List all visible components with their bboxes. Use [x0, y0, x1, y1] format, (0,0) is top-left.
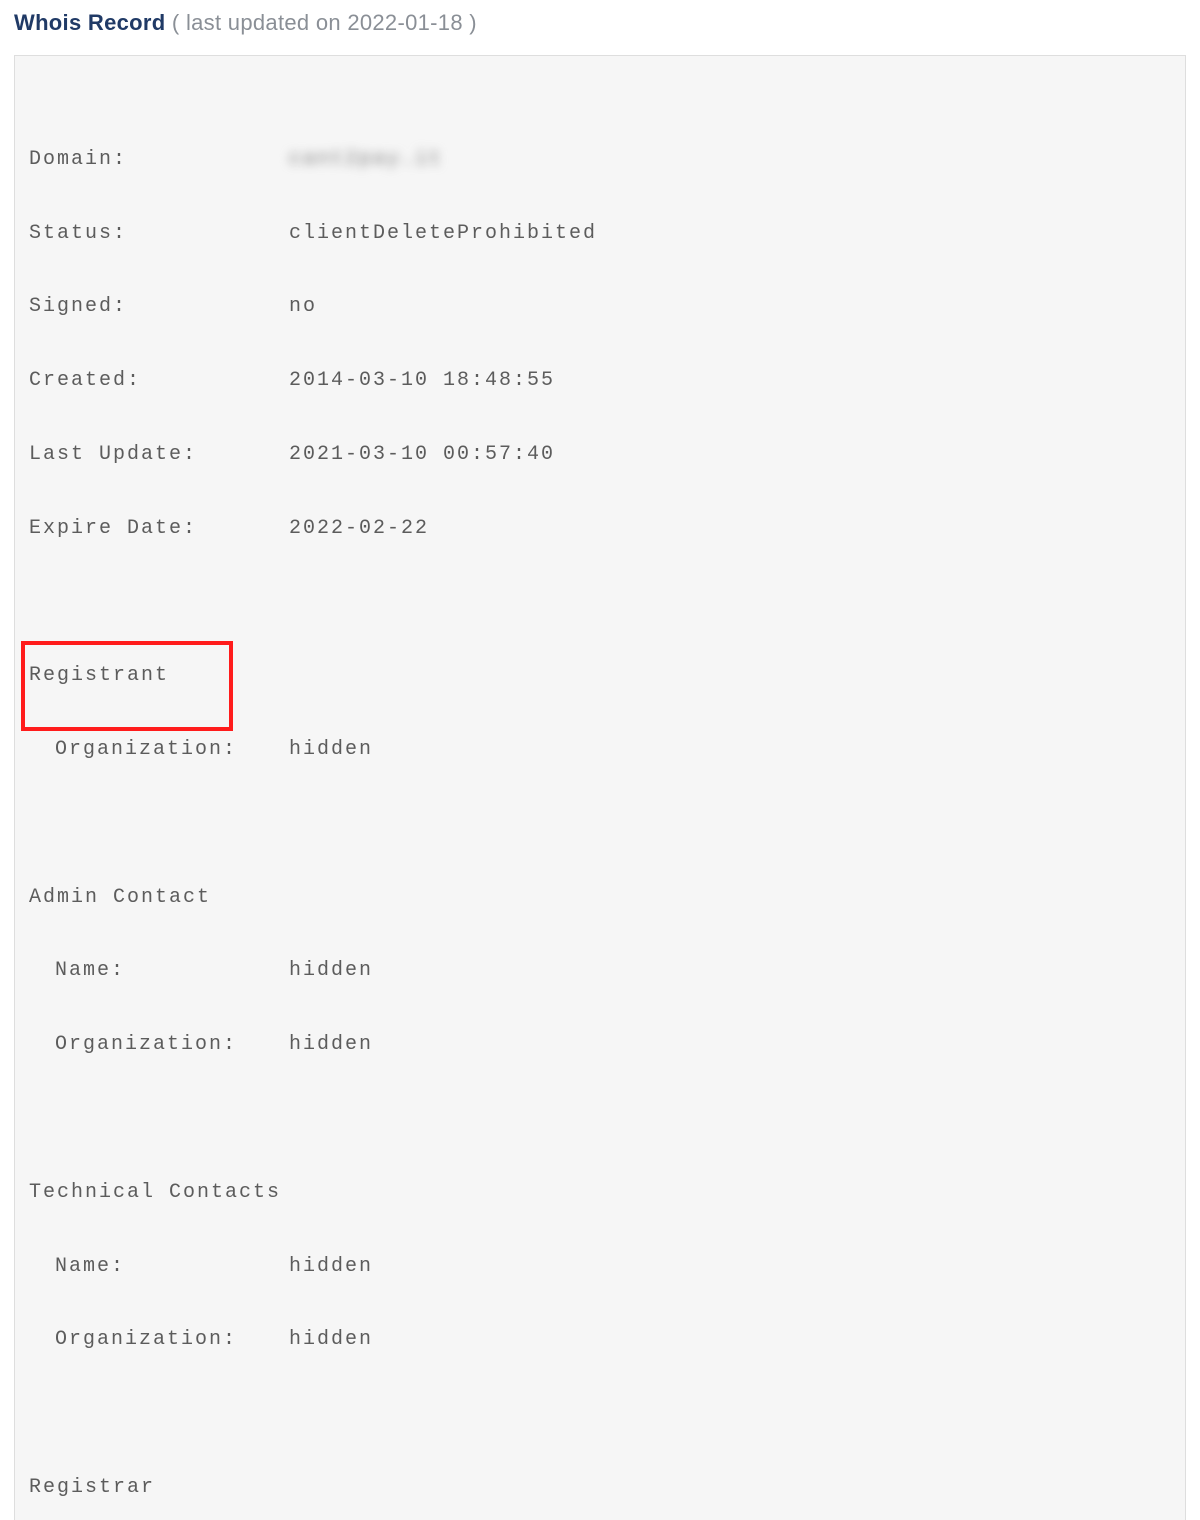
page-title: Whois Record ( last updated on 2022-01-1…	[14, 10, 1186, 36]
label-registrant-org: Organization:	[55, 738, 289, 763]
section-registrant: Registrant	[29, 664, 169, 689]
value-domain: cant2pay.it	[289, 148, 443, 173]
value-registrant-org: hidden	[289, 738, 373, 763]
label-domain: Domain:	[29, 148, 289, 173]
value-signed: no	[289, 295, 317, 320]
label-tech-org: Organization:	[55, 1328, 289, 1353]
section-admin: Admin Contact	[29, 886, 211, 911]
value-created: 2014-03-10 18:48:55	[289, 369, 555, 394]
value-last-update: 2021-03-10 00:57:40	[289, 443, 555, 468]
label-admin-name: Name:	[55, 959, 289, 984]
label-created: Created:	[29, 369, 289, 394]
label-last-update: Last Update:	[29, 443, 289, 468]
label-signed: Signed:	[29, 295, 289, 320]
section-registrar: Registrar	[29, 1476, 155, 1501]
value-tech-org: hidden	[289, 1328, 373, 1353]
value-tech-name: hidden	[289, 1255, 373, 1280]
value-expire: 2022-02-22	[289, 517, 429, 542]
section-tech: Technical Contacts	[29, 1181, 281, 1206]
title-subtitle: ( last updated on 2022-01-18 )	[172, 10, 477, 35]
whois-panel: Domain:cant2pay.it Status:clientDeletePr…	[14, 55, 1186, 1520]
label-expire: Expire Date:	[29, 517, 289, 542]
divider	[14, 42, 1186, 45]
value-admin-org: hidden	[289, 1033, 373, 1058]
label-tech-name: Name:	[55, 1255, 289, 1280]
title-main: Whois Record	[14, 10, 166, 35]
value-admin-name: hidden	[289, 959, 373, 984]
label-admin-org: Organization:	[55, 1033, 289, 1058]
label-status: Status:	[29, 222, 289, 247]
value-status: clientDeleteProhibited	[289, 222, 597, 247]
